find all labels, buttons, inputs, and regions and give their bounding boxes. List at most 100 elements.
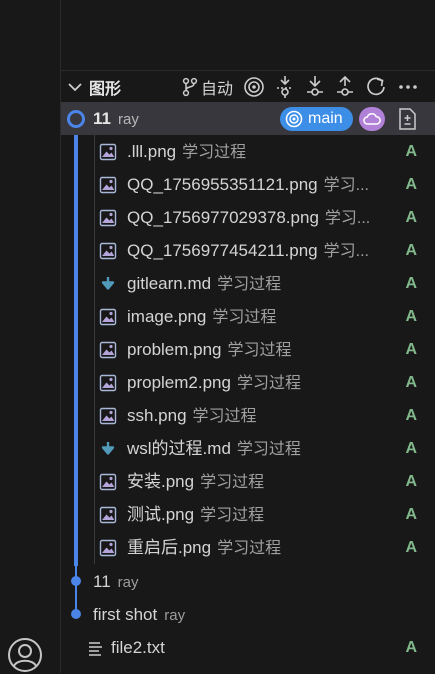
- file-folder: 学习过程: [236, 375, 301, 392]
- commit-node-icon: [71, 576, 81, 586]
- file-row[interactable]: 安装.png 学习过程 A: [61, 465, 435, 498]
- file-row[interactable]: .lll.png 学习过程 A: [61, 135, 435, 168]
- file-row[interactable]: 重启后.png 学习过程 A: [61, 531, 435, 564]
- commit-label-wrap: 11 ray: [93, 572, 139, 592]
- auto-label: 自动: [200, 81, 233, 98]
- file-row[interactable]: file2.txt A: [61, 631, 435, 664]
- file-folder: 学习...: [324, 210, 371, 227]
- file-label: problem.png 学习过程: [127, 333, 292, 367]
- file-label: 测试.png 学习过程: [127, 498, 264, 532]
- auto-branch-button[interactable]: 自动: [181, 75, 233, 99]
- refresh-button[interactable]: [365, 76, 387, 98]
- file-row[interactable]: QQ_1756977029378.png 学习... A: [61, 201, 435, 234]
- file-row[interactable]: proplem2.png 学习过程 A: [61, 366, 435, 399]
- tree-guide: [94, 234, 95, 267]
- file-name: .lll.png: [127, 142, 177, 161]
- file-name: ssh.png: [127, 406, 187, 425]
- file-folder: 学习过程: [200, 474, 265, 491]
- file-name: 重启后.png: [127, 538, 212, 557]
- target-icon: [285, 110, 303, 128]
- tree-guide: [94, 333, 95, 366]
- commit-message: 11: [93, 108, 111, 128]
- commit-row-selected[interactable]: 11 ray main: [61, 102, 435, 135]
- file-folder: 学习过程: [236, 441, 301, 458]
- file-folder: 学习过程: [182, 144, 247, 161]
- remote-badge[interactable]: [359, 107, 385, 131]
- pull-button[interactable]: [305, 75, 325, 99]
- branch-badge-main[interactable]: main: [280, 107, 353, 131]
- file-status-added: A: [405, 275, 417, 292]
- commit-message: 11: [93, 571, 111, 591]
- file-name: wsl的过程.md: [127, 439, 231, 458]
- file-label: .lll.png 学习过程: [127, 135, 246, 169]
- image-file-icon: [99, 143, 117, 161]
- file-row[interactable]: QQ_1756977454211.png 学习... A: [61, 234, 435, 267]
- file-status-added: A: [405, 506, 417, 523]
- file-label: 重启后.png 学习过程: [127, 531, 281, 565]
- open-changes-button[interactable]: [396, 107, 418, 136]
- file-label: QQ_1756977029378.png 学习...: [127, 201, 370, 235]
- commit-row[interactable]: first shot ray: [61, 598, 435, 631]
- markdown-file-icon: [101, 277, 115, 290]
- more-actions-button[interactable]: [397, 76, 419, 98]
- tree-guide: [94, 465, 95, 498]
- graph-section-header[interactable]: 图形 自动: [61, 72, 435, 102]
- commit-node-icon: [71, 609, 81, 619]
- file-name: 测试.png: [127, 505, 195, 524]
- commit-label-wrap: first shot ray: [93, 605, 185, 625]
- fetch-button[interactable]: [275, 75, 295, 99]
- file-status-added: A: [405, 308, 417, 325]
- file-label: proplem2.png 学习过程: [127, 366, 301, 400]
- file-label: gitlearn.md 学习过程: [127, 267, 281, 301]
- commit-author: ray: [164, 606, 186, 624]
- image-file-icon: [99, 176, 117, 194]
- file-row[interactable]: 测试.png 学习过程 A: [61, 498, 435, 531]
- file-status-added: A: [405, 473, 417, 490]
- account-icon[interactable]: [6, 636, 44, 674]
- image-file-icon: [99, 473, 117, 491]
- file-status-added: A: [405, 440, 417, 457]
- file-label: wsl的过程.md 学习过程: [127, 432, 301, 466]
- tree-guide: [94, 498, 95, 531]
- commit-row[interactable]: 11 ray: [61, 565, 435, 598]
- image-file-icon: [99, 506, 117, 524]
- file-row[interactable]: ssh.png 学习过程 A: [61, 399, 435, 432]
- file-folder: 学习过程: [227, 342, 292, 359]
- file-row[interactable]: gitlearn.md 学习过程 A: [61, 267, 435, 300]
- file-row[interactable]: QQ_1756955351121.png 学习... A: [61, 168, 435, 201]
- fetch-icon: [277, 76, 293, 98]
- file-row[interactable]: wsl的过程.md 学习过程 A: [61, 432, 435, 465]
- file-status-added: A: [405, 407, 417, 424]
- push-button[interactable]: [335, 75, 355, 99]
- tree-guide: [94, 432, 95, 465]
- graph-toolbar: 自动: [171, 72, 419, 102]
- branch-name: main: [308, 110, 343, 127]
- file-folder: 学习过程: [200, 507, 265, 524]
- show-current-branch-button[interactable]: [243, 76, 265, 98]
- diff-icon: [399, 108, 416, 130]
- activity-bar: [0, 0, 61, 673]
- file-label: QQ_1756955351121.png 学习...: [127, 168, 369, 202]
- file-name: gitlearn.md: [127, 274, 212, 293]
- image-file-icon: [99, 341, 117, 359]
- image-file-icon: [99, 539, 117, 557]
- tree-guide: [94, 267, 95, 300]
- file-row[interactable]: problem.png 学习过程 A: [61, 333, 435, 366]
- image-file-icon: [99, 407, 117, 425]
- file-name: problem.png: [127, 340, 222, 359]
- refresh-icon: [367, 77, 385, 96]
- pull-icon: [307, 76, 323, 96]
- file-folder: 学习...: [323, 177, 369, 194]
- file-name: 安装.png: [127, 472, 195, 491]
- file-row[interactable]: image.png 学习过程 A: [61, 300, 435, 333]
- tree-guide: [94, 399, 95, 432]
- graph-panel: 图形 自动 11 ray main .lll.png 学习过程 A QQ_175…: [61, 0, 435, 673]
- tree-guide: [94, 531, 95, 564]
- file-status-added: A: [405, 639, 417, 656]
- cloud-icon: [363, 113, 381, 125]
- file-status-added: A: [405, 374, 417, 391]
- file-name: QQ_1756977454211.png: [127, 241, 318, 260]
- branch-icon: [182, 77, 198, 97]
- tree-guide: [94, 201, 95, 234]
- file-name: proplem2.png: [127, 373, 231, 392]
